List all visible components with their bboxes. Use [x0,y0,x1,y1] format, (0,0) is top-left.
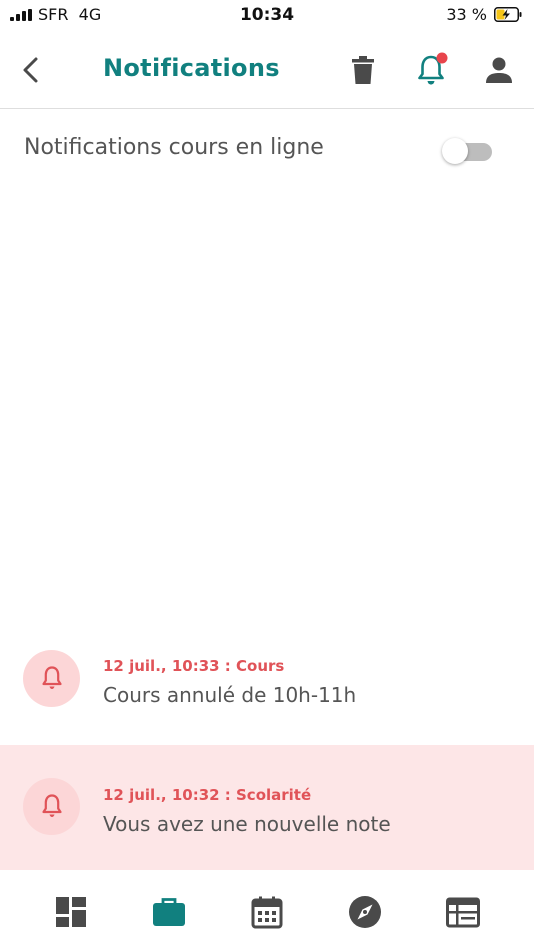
online-courses-setting-row: Notifications cours en ligne [0,108,534,192]
trash-icon[interactable] [345,52,381,88]
notification-text: Cours annulé de 10h-11h [103,683,357,707]
bottom-nav [0,870,534,950]
compass-icon[interactable] [347,894,383,930]
person-icon[interactable] [481,52,517,88]
app-header: Notifications [0,30,534,109]
battery-percentage: 33 % [446,5,487,24]
briefcase-icon[interactable] [151,894,187,930]
online-courses-toggle[interactable] [442,138,494,164]
timetable-icon[interactable] [445,894,481,930]
calendar-icon[interactable] [249,894,285,930]
bell-icon [42,794,62,817]
notification-avatar [23,650,80,707]
notification-item[interactable]: 12 juil., 10:33 : Cours Cours annulé de … [0,620,534,744]
bell-icon[interactable] [413,52,449,88]
toggle-knob [442,138,468,164]
notification-badge [436,52,448,64]
notification-avatar [23,778,80,835]
battery-charging-icon [494,7,522,22]
dashboard-icon[interactable] [53,894,89,930]
bell-icon [42,666,62,689]
page-title: Notifications [103,54,280,82]
online-courses-setting-label: Notifications cours en ligne [24,135,324,160]
status-bar: SFR 4G 10:34 33 % [0,0,534,30]
notification-meta: 12 juil., 10:32 : Scolarité [103,786,312,804]
notification-meta: 12 juil., 10:33 : Cours [103,657,285,675]
back-icon[interactable] [14,52,50,88]
notification-text: Vous avez une nouvelle note [103,812,391,836]
notification-item[interactable]: 12 juil., 10:32 : Scolarité Vous avez un… [0,745,534,870]
